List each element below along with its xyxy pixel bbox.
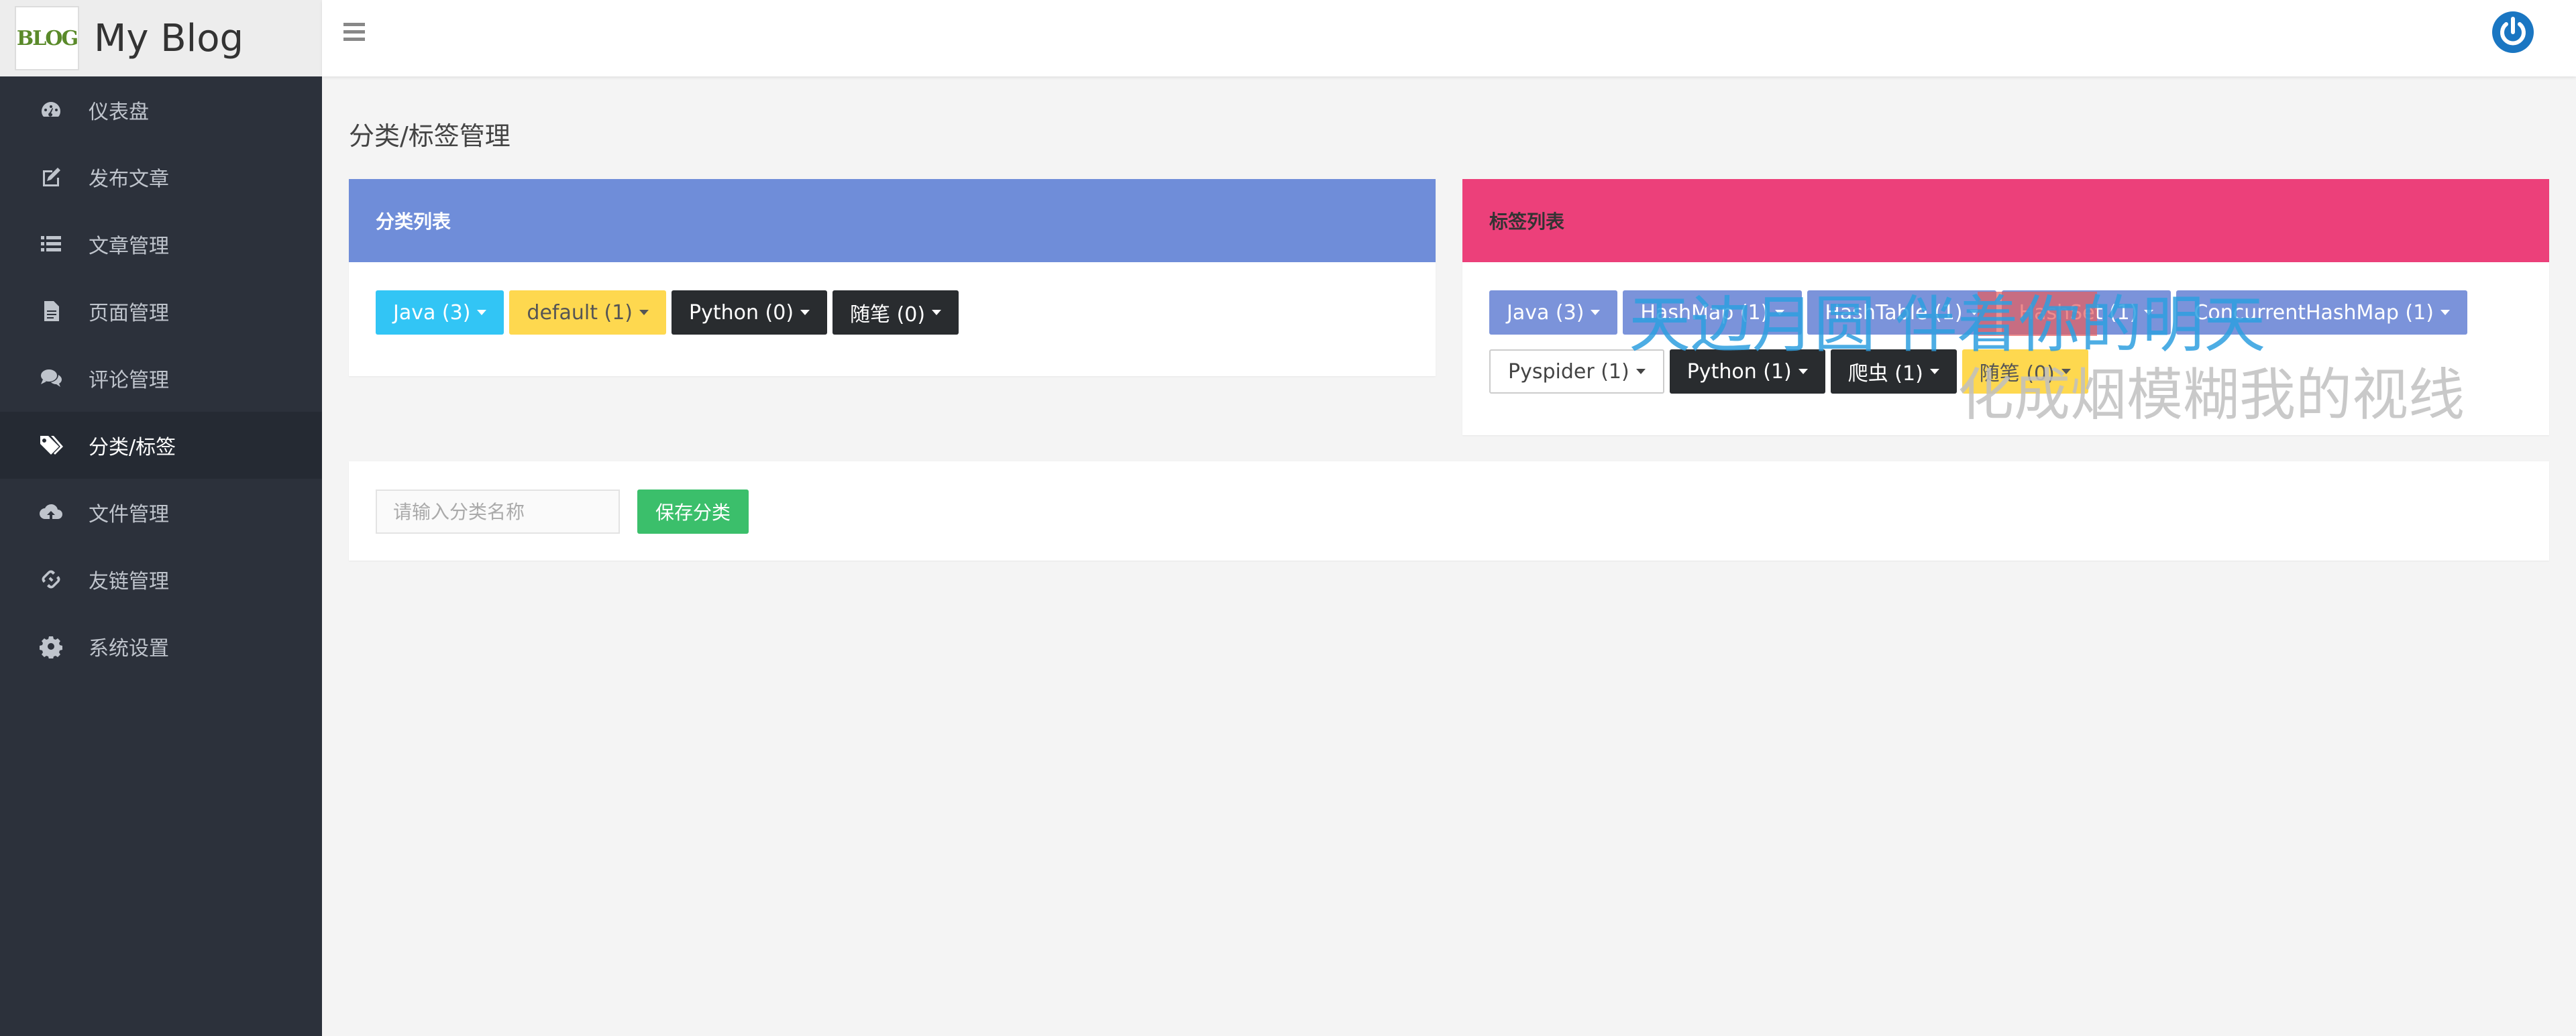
- top-bar: [322, 0, 2576, 76]
- sidebar-item-0[interactable]: 仪表盘: [0, 76, 322, 143]
- caret-down-icon: [1969, 310, 1979, 315]
- link-icon: [38, 566, 64, 593]
- tag-dropdown-3[interactable]: HashSet (1): [2001, 290, 2171, 335]
- sidebar-item-5[interactable]: 分类/标签: [0, 412, 322, 479]
- gear-icon: [38, 633, 64, 660]
- edit-icon: [38, 164, 64, 190]
- tag-dropdown-label: ConcurrentHashMap (1): [2194, 300, 2434, 325]
- sidebar-item-6[interactable]: 文件管理: [0, 479, 322, 546]
- tag-dropdown-1[interactable]: HashMap (1): [1623, 290, 1803, 335]
- save-category-panel: 保存分类: [349, 461, 2549, 561]
- category-dropdown-1[interactable]: default (1): [509, 290, 666, 335]
- hamburger-icon[interactable]: [341, 19, 370, 48]
- tag-dropdown-label: 随笔 (0): [1979, 362, 2055, 386]
- tag-list-row-2: Pyspider (1) Python (1) 爬虫 (1) 随笔 (0): [1489, 349, 2522, 394]
- tag-list-row-1: Java (3) HashMap (1) HashTable (1) HashSet …: [1489, 290, 2522, 335]
- sidebar-item-3[interactable]: 页面管理: [0, 278, 322, 345]
- tags-icon: [38, 432, 64, 459]
- caret-down-icon: [639, 310, 649, 315]
- category-dropdown-label: 随笔 (0): [850, 303, 926, 327]
- tag-dropdown-0[interactable]: Java (3): [1489, 290, 1618, 335]
- category-dropdown-label: default (1): [527, 300, 633, 325]
- category-panel-header: 分类列表: [349, 179, 1436, 262]
- sidebar: BLOG My Blog 仪表盘发布文章文章管理页面管理评论管理分类/标签文件管…: [0, 0, 322, 1036]
- tag-dropdown-label: Java (3): [1507, 300, 1585, 325]
- tag-dropdown-label: Python (1): [1686, 359, 1792, 384]
- logo-text: BLOG: [16, 26, 78, 50]
- caret-down-icon: [2061, 369, 2071, 374]
- category-dropdown-3[interactable]: 随笔 (0): [833, 290, 959, 335]
- cloud-upload-icon: [38, 499, 64, 526]
- category-panel-title: 分类列表: [376, 211, 451, 233]
- power-icon[interactable]: [2490, 9, 2536, 55]
- comments-icon: [38, 365, 64, 392]
- tag-panel-title: 标签列表: [1489, 211, 1565, 233]
- blog-logo: BLOG: [15, 6, 79, 70]
- caret-down-icon: [1635, 369, 1646, 374]
- caret-down-icon: [1591, 310, 1601, 315]
- tag-panel: 标签列表 Java (3) HashMap (1) HashTable (1) Has…: [1462, 179, 2549, 435]
- caret-down-icon: [1929, 369, 1939, 374]
- sidebar-item-label: 评论管理: [89, 369, 169, 392]
- category-dropdown-0[interactable]: Java (3): [376, 290, 504, 335]
- brand-name: My Blog: [94, 16, 244, 60]
- caret-down-icon: [932, 310, 942, 315]
- tag-dropdown-0[interactable]: Pyspider (1): [1489, 349, 1664, 394]
- caret-down-icon: [1798, 369, 1808, 374]
- sidebar-item-label: 系统设置: [89, 637, 169, 660]
- sidebar-item-4[interactable]: 评论管理: [0, 345, 322, 412]
- tag-panel-header: 标签列表: [1462, 179, 2549, 262]
- tag-dropdown-4[interactable]: ConcurrentHashMap (1): [2176, 290, 2467, 335]
- caret-down-icon: [2440, 310, 2450, 315]
- caret-down-icon: [1775, 310, 1785, 315]
- tag-dropdown-3[interactable]: 随笔 (0): [1962, 349, 2088, 394]
- category-dropdown-label: Python (0): [689, 300, 794, 325]
- caret-down-icon: [2144, 310, 2154, 315]
- sidebar-item-label: 文章管理: [89, 235, 169, 258]
- sidebar-item-label: 友链管理: [89, 570, 169, 593]
- tag-dropdown-1[interactable]: Python (1): [1669, 349, 1825, 394]
- sidebar-nav: 仪表盘发布文章文章管理页面管理评论管理分类/标签文件管理友链管理系统设置: [0, 76, 322, 680]
- category-name-input[interactable]: [376, 490, 620, 534]
- sidebar-item-label: 文件管理: [89, 503, 169, 526]
- sidebar-item-label: 发布文章: [89, 168, 169, 191]
- category-dropdown-label: Java (3): [393, 300, 471, 325]
- tag-dropdown-label: HashTable (1): [1825, 300, 1963, 325]
- category-list: Java (3) default (1) Python (0) 随笔 (0): [376, 290, 1409, 335]
- tag-dropdown-label: HashSet (1): [2019, 300, 2138, 325]
- tag-dropdown-2[interactable]: HashTable (1): [1807, 290, 1996, 335]
- caret-down-icon: [800, 310, 810, 315]
- page-title: 分类/标签管理: [349, 121, 511, 151]
- dashboard-icon: [38, 97, 64, 123]
- tag-dropdown-label: Pyspider (1): [1508, 359, 1629, 384]
- sidebar-item-7[interactable]: 友链管理: [0, 546, 322, 613]
- sidebar-item-label: 仪表盘: [89, 101, 149, 124]
- caret-down-icon: [477, 310, 487, 315]
- sidebar-item-label: 页面管理: [89, 302, 169, 325]
- file-icon: [38, 298, 64, 325]
- category-panel: 分类列表 Java (3) default (1) Python (0) 随笔 (0): [349, 179, 1436, 376]
- tag-dropdown-label: HashMap (1): [1640, 300, 1769, 325]
- sidebar-item-8[interactable]: 系统设置: [0, 613, 322, 680]
- list-icon: [38, 231, 64, 257]
- brand[interactable]: BLOG My Blog: [0, 0, 322, 76]
- category-dropdown-2[interactable]: Python (0): [672, 290, 828, 335]
- save-category-button[interactable]: 保存分类: [637, 490, 749, 534]
- sidebar-item-1[interactable]: 发布文章: [0, 143, 322, 211]
- sidebar-item-label: 分类/标签: [89, 436, 176, 459]
- tag-dropdown-label: 爬虫 (1): [1847, 362, 1923, 386]
- sidebar-item-2[interactable]: 文章管理: [0, 211, 322, 278]
- tag-dropdown-2[interactable]: 爬虫 (1): [1830, 349, 1957, 394]
